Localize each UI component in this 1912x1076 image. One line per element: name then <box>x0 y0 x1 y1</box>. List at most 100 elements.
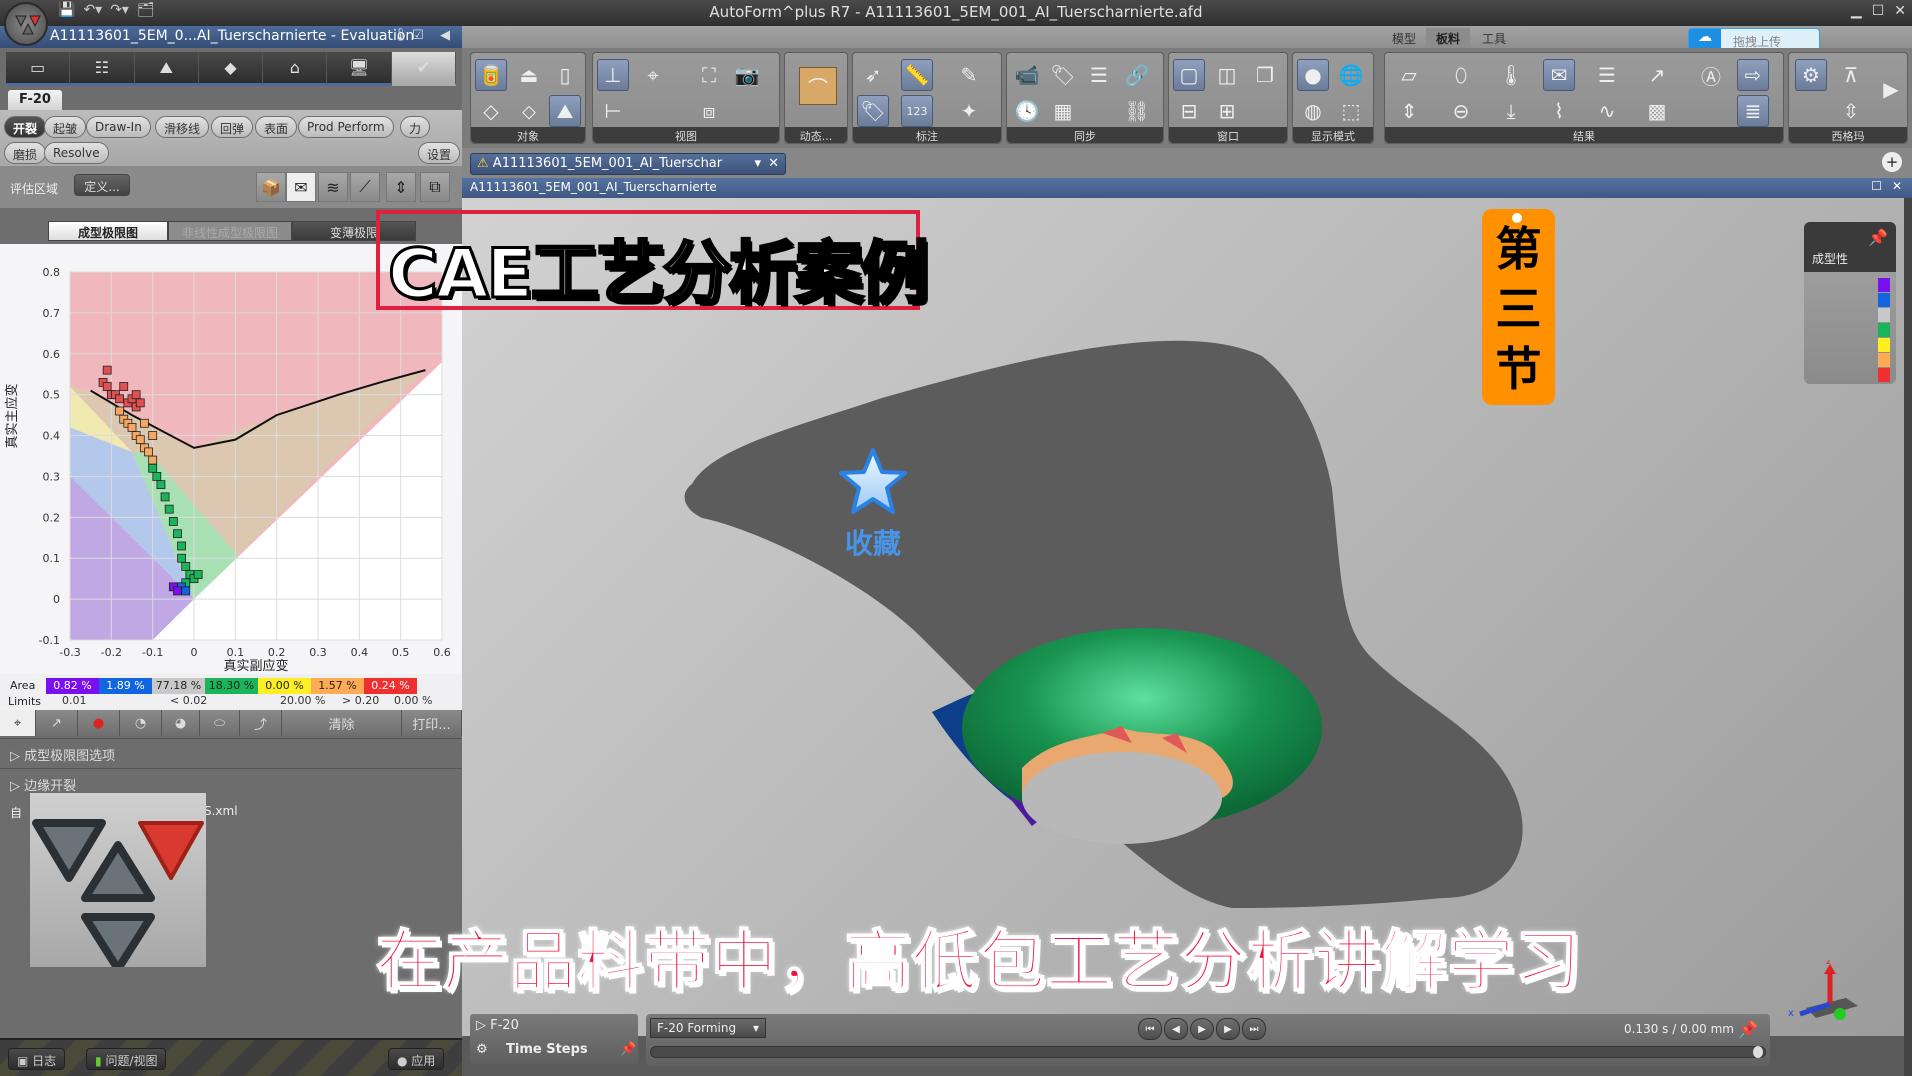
pill-surface[interactable]: 表面 <box>255 116 298 138</box>
number-tag-icon[interactable]: 123 <box>901 95 933 127</box>
thermometer-icon[interactable]: 🌡 <box>392 28 409 43</box>
sigma-range-icon[interactable]: ⇳ <box>1835 95 1867 127</box>
layers-icon[interactable]: ≣ <box>1737 95 1769 127</box>
sync-toggle-icon[interactable]: ☰ <box>1083 59 1115 91</box>
tab-flc[interactable]: 成型极限图 <box>48 221 168 241</box>
issues-button[interactable]: ▮ 问题/视图 <box>86 1048 167 1070</box>
object-punch-icon[interactable]: ⏏ <box>513 59 545 91</box>
next-step-button[interactable]: ▶ <box>1216 1018 1240 1040</box>
tab-dropdown-icon[interactable]: ▾ <box>754 156 761 171</box>
draw-in-result-icon[interactable]: ⤓ <box>1495 95 1527 127</box>
pick-icon[interactable]: ➶ <box>857 59 889 91</box>
thermometer-result-icon[interactable]: 🌡 <box>1495 59 1527 91</box>
step-process-plan-icon[interactable]: ☷ <box>70 52 135 86</box>
tab-tools[interactable]: 工具 <box>1472 28 1516 48</box>
select-region-icon[interactable]: ◕ <box>162 710 200 736</box>
view-section-icon[interactable]: ⌖ <box>637 59 669 91</box>
sync-result-icon[interactable]: ▦ <box>1047 95 1079 127</box>
shaded-mesh-icon[interactable]: ◍ <box>1297 95 1329 127</box>
pill-springback[interactable]: 回弹 <box>211 116 254 138</box>
object-part-icon[interactable]: ⛰ <box>549 95 581 127</box>
camera-icon[interactable]: 📷 <box>731 59 763 91</box>
object-sheet-icon[interactable]: ⬦ <box>513 95 545 127</box>
pill-wrinkle[interactable]: 起皱 <box>44 116 87 138</box>
checklist-icon[interactable]: ☑ <box>412 28 424 43</box>
minimize-button[interactable]: ▁ <box>1851 3 1862 19</box>
zoom-box-icon[interactable]: ⧈ <box>693 95 725 127</box>
select-curve-icon[interactable]: ↗ <box>36 710 78 736</box>
pill-prod-perform[interactable]: Prod Perform <box>298 116 394 138</box>
label-icon[interactable]: 🏷 <box>857 95 889 127</box>
step-computer-icon[interactable]: 🖥 <box>327 52 392 86</box>
markup-icon[interactable]: ✎ <box>953 59 985 91</box>
tab-close-icon[interactable]: ✕ <box>768 156 779 171</box>
stretch-result-icon[interactable]: ⊖ <box>1445 95 1477 127</box>
tools-icon[interactable]: 🗂 <box>137 2 155 18</box>
stack-result-icon[interactable]: ☰ <box>1591 59 1623 91</box>
tab-model[interactable]: 模型 <box>1382 28 1426 48</box>
define-button[interactable]: 定义... <box>74 174 130 196</box>
object-blank-icon[interactable]: ◇ <box>475 95 507 127</box>
shaded-icon[interactable]: ● <box>1297 59 1329 91</box>
select-area-icon[interactable]: ◔ <box>120 710 162 736</box>
view-close-icon[interactable]: ✕ <box>1892 179 1902 193</box>
play-button[interactable]: ▶ <box>1190 1018 1214 1040</box>
object-binder-icon[interactable]: ▯ <box>549 59 581 91</box>
section-view-icon[interactable]: ≋ <box>318 172 348 202</box>
maximize-button[interactable]: ☐ <box>1872 3 1885 19</box>
outline-icon[interactable]: ⬚ <box>1335 95 1367 127</box>
pill-crack[interactable]: 开裂 <box>4 116 47 138</box>
select-red-icon[interactable]: ● <box>78 710 120 736</box>
pin-icon[interactable]: 📌 <box>1738 1020 1758 1039</box>
step-die-face-icon[interactable]: ⛰ <box>134 52 199 86</box>
dynamic-section-icon[interactable]: ⌒ <box>799 67 837 105</box>
split-horizontal-icon[interactable]: ⊟ <box>1173 95 1205 127</box>
pill-force[interactable]: 力 <box>400 116 431 138</box>
result-ellipse-icon[interactable]: ⬯ <box>1445 59 1477 91</box>
box-view-icon[interactable]: 📦 <box>256 172 286 202</box>
process-tab-f20[interactable]: F-20 <box>8 90 62 110</box>
clear-button[interactable]: 清除 <box>282 710 402 736</box>
flc-diagram-icon[interactable]: ✉ <box>286 172 316 202</box>
pill-slide-line[interactable]: 滑移线 <box>155 116 210 138</box>
close-button[interactable]: ✕ <box>1894 3 1906 19</box>
sigma-distribution-icon[interactable]: ⊼ <box>1835 59 1867 91</box>
pill-draw-in[interactable]: Draw-In <box>86 116 151 138</box>
view-maximize-icon[interactable]: ☐ <box>1871 179 1882 193</box>
wireframe-icon[interactable]: 🌐 <box>1335 59 1367 91</box>
stage-select[interactable]: F-20 Forming ▾ <box>650 1018 766 1038</box>
tab-nonlinear-flc[interactable]: 非线性成型极限图 <box>168 221 292 241</box>
time-slider-thumb[interactable] <box>1753 1046 1763 1058</box>
sync-label-icon[interactable]: 🏷 <box>1047 59 1079 91</box>
accordion-edge-crack[interactable]: ▷ 边缘开裂 <box>0 768 462 796</box>
section-result-icon[interactable]: ⌇ <box>1543 95 1575 127</box>
viewport-scrollbar[interactable] <box>1904 198 1912 1076</box>
accordion-flc-options[interactable]: ▷ 成型极限图选项 <box>0 738 462 766</box>
single-view-icon[interactable]: ▢ <box>1173 59 1205 91</box>
document-tab[interactable]: ⚠ A11113601_5EM_001_AI_Tuerschar ▾ ✕ <box>470 153 786 175</box>
settings-button[interactable]: 设置 <box>418 142 461 164</box>
vector-result-icon[interactable]: ↗ <box>1641 59 1673 91</box>
add-tab-icon[interactable]: + <box>1882 152 1902 172</box>
thickness-icon[interactable]: ⇕ <box>386 172 416 202</box>
ruler-icon[interactable]: 📏 <box>901 59 933 91</box>
link-icon[interactable]: 🔗 <box>1121 59 1153 91</box>
last-step-button[interactable]: ⏭ <box>1242 1018 1266 1040</box>
split-vertical-icon[interactable]: ◫ <box>1211 59 1243 91</box>
shape-arrow-icon[interactable]: ⇨ <box>1737 59 1769 91</box>
pill-resolve[interactable]: Resolve <box>44 142 109 164</box>
apply-button[interactable]: ● 应用 <box>388 1048 445 1070</box>
step-tool-icon[interactable]: ⌂ <box>263 52 328 86</box>
first-step-button[interactable]: ⏮ <box>1138 1018 1162 1040</box>
redo-icon[interactable]: ↷▾ <box>110 2 129 18</box>
wave-result-icon[interactable]: ∿ <box>1591 95 1623 127</box>
tab-blank[interactable]: 板料 <box>1426 28 1471 48</box>
delta-icon[interactable]: Ⓐ <box>1695 59 1727 91</box>
app-logo[interactable] <box>4 2 48 46</box>
pill-wear[interactable]: 磨损 <box>4 142 47 164</box>
process-tree-item[interactable]: ▷ F-20 <box>476 1018 519 1033</box>
fit-view-icon[interactable]: ⛶ <box>693 59 725 91</box>
select-oval-icon[interactable]: ⬭ <box>200 710 240 736</box>
pin-icon[interactable]: 📌 <box>620 1042 636 1057</box>
star-marker-icon[interactable]: ✦ <box>953 95 985 127</box>
